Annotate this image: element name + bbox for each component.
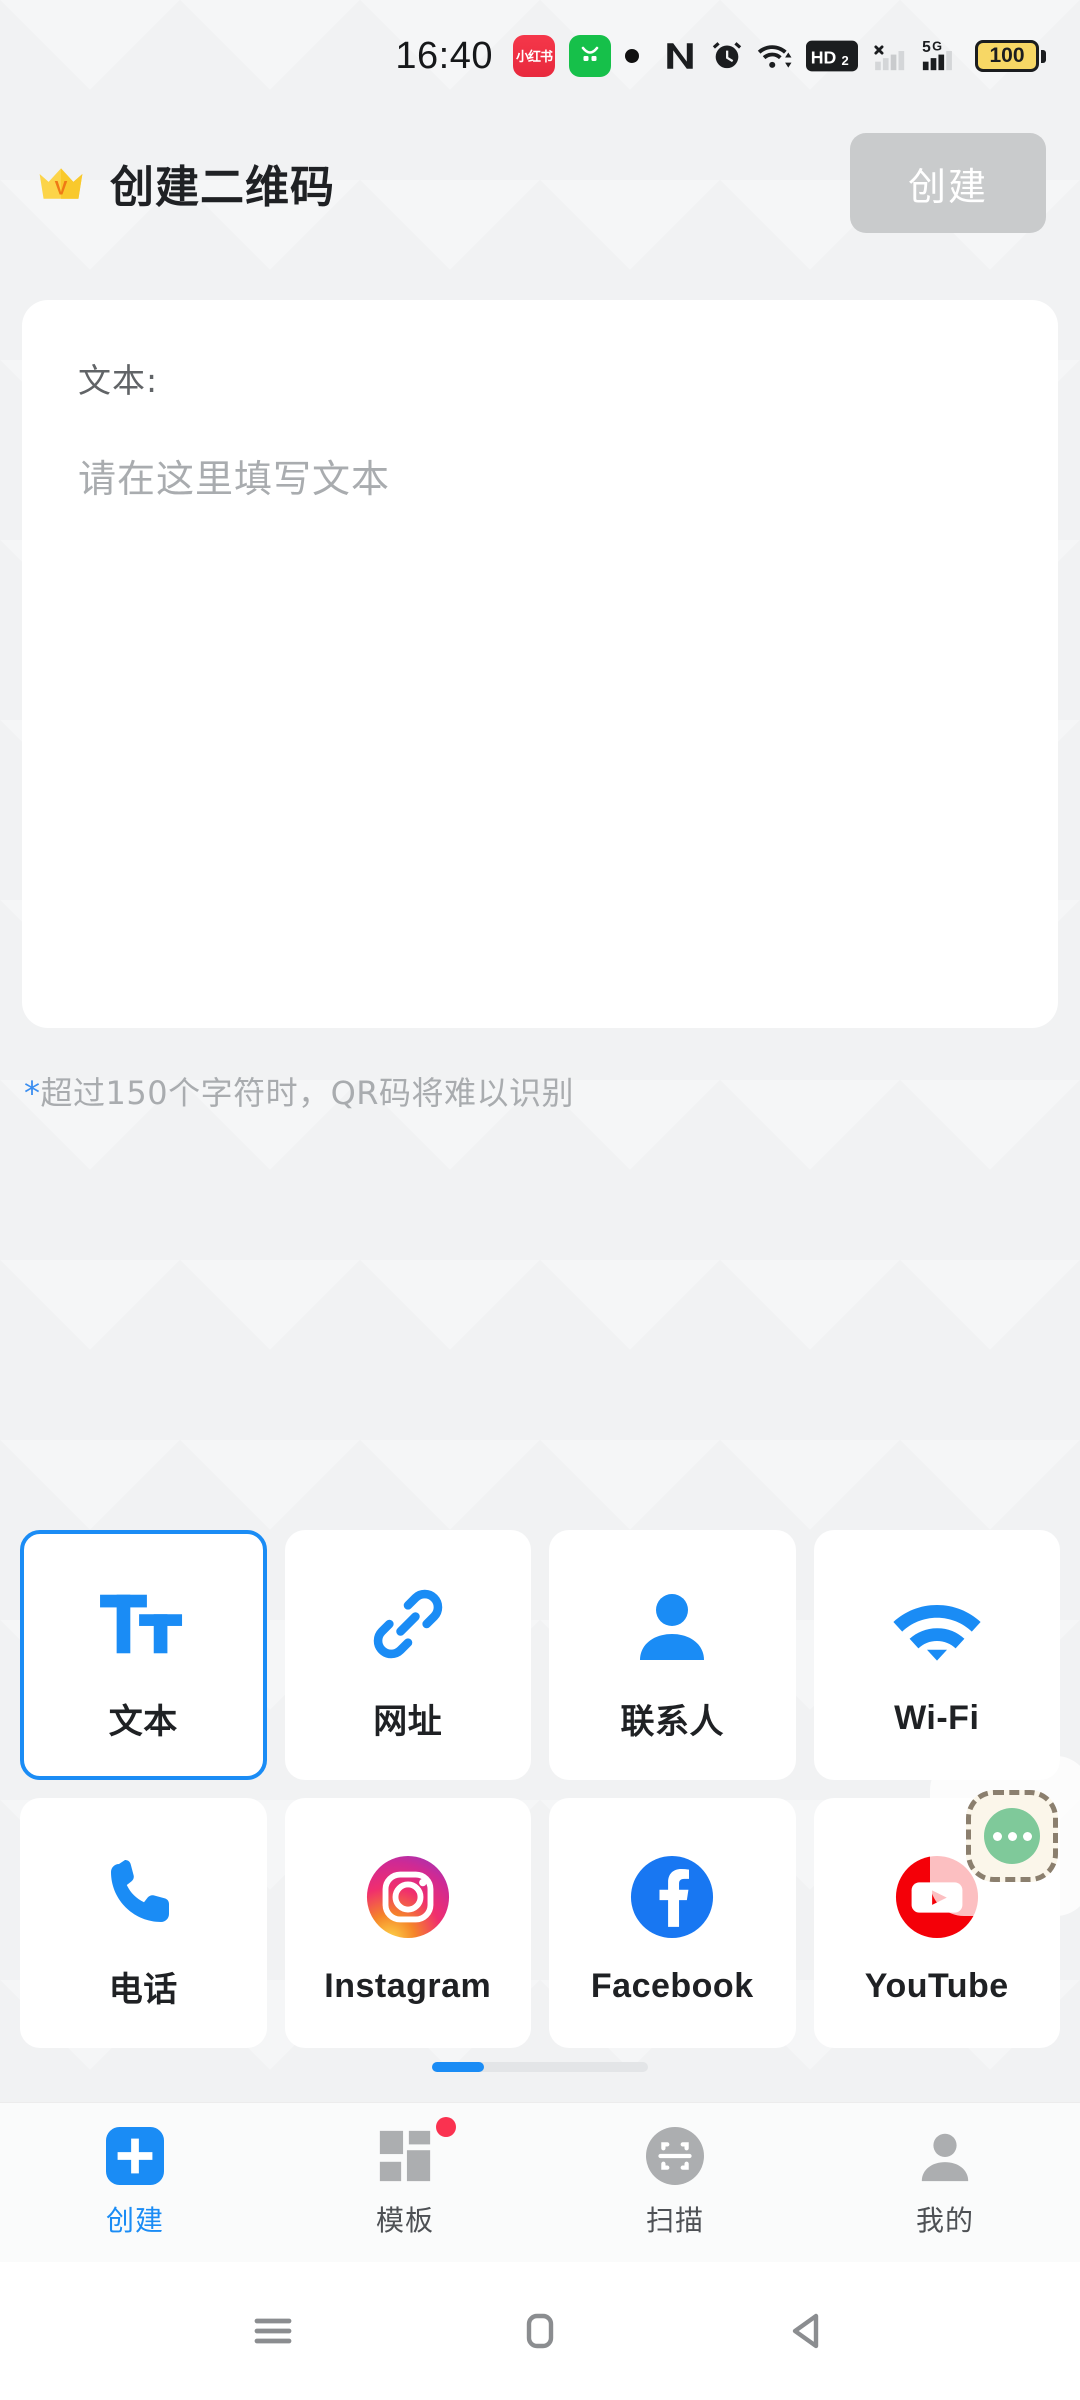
- battery-tip: [1041, 49, 1046, 63]
- floating-assistant-button[interactable]: [966, 1790, 1058, 1882]
- page-indicator-active: [432, 2062, 484, 2072]
- text-input-card[interactable]: 文本: 请在这里填写文本: [22, 300, 1058, 1028]
- svg-text:V: V: [55, 178, 68, 199]
- plus-square-icon: [106, 2121, 164, 2191]
- 5g-signal-icon: 5 G: [922, 39, 952, 71]
- alarm-icon: [712, 42, 742, 69]
- scan-icon: [646, 2121, 704, 2191]
- type-tile-wifi[interactable]: Wi-Fi: [813, 1530, 1060, 1780]
- type-tile-label: 网址: [373, 1701, 443, 1742]
- nav-item-label: 我的: [915, 2204, 974, 2237]
- type-tile-text[interactable]: 文本: [20, 1530, 267, 1780]
- home-square-icon: [526, 2313, 554, 2349]
- nav-item-label: 创建: [105, 2204, 164, 2237]
- status-bar-content: 16:40 小红书 HD 2 5 G 100: [34, 35, 1046, 78]
- menu-icon: [254, 2318, 292, 2344]
- xiaohongshu-app-icon: 小红书: [513, 35, 555, 77]
- instagram-icon: [365, 1841, 451, 1953]
- type-tile-label: Wi-Fi: [894, 1698, 980, 1737]
- type-tile-phone[interactable]: 电话: [20, 1798, 267, 2048]
- type-tile-label: 文本: [108, 1701, 178, 1742]
- text-field-label: 文本:: [78, 361, 159, 400]
- nfc-icon: [667, 43, 693, 69]
- type-tile-label: 联系人: [620, 1701, 724, 1742]
- text-input[interactable]: 请在这里填写文本: [78, 448, 1002, 503]
- recents-button[interactable]: [218, 2276, 328, 2386]
- text-format-icon: [95, 1568, 191, 1680]
- qr-type-grid: 文本 网址 联系人 Wi-Fi 电话 Instagram Facebook Yo…: [20, 1530, 1060, 2048]
- three-dots-icon: [984, 1808, 1040, 1864]
- phone-icon: [103, 1836, 183, 1948]
- home-button[interactable]: [485, 2276, 595, 2386]
- hd2-icon: HD 2: [806, 40, 858, 72]
- type-tile-label: 电话: [108, 1969, 178, 2010]
- status-bar: 16:40 小红书 HD 2 5 G 100: [0, 0, 1080, 112]
- type-tile-contact[interactable]: 联系人: [549, 1530, 796, 1780]
- person-icon: [632, 1568, 712, 1680]
- facebook-icon: [629, 1841, 715, 1953]
- hint-text: 超过150个字符时，QR码将难以识别: [40, 1074, 575, 1112]
- notification-dot-icon: [625, 49, 639, 63]
- type-tile-label: Facebook: [590, 1966, 754, 2005]
- grid-icon: [376, 2117, 456, 2191]
- link-icon: [365, 1568, 451, 1680]
- xiaohongshu-label: 小红书: [515, 48, 553, 64]
- wifi-icon: [757, 45, 792, 68]
- nav-item-scan[interactable]: 扫描: [540, 2121, 810, 2239]
- app-header: V 创建二维码 创建: [0, 118, 1080, 248]
- signal-no-service-icon: [874, 45, 905, 71]
- hint-asterisk: *: [24, 1074, 41, 1112]
- nav-item-templates[interactable]: 模板: [270, 2117, 540, 2239]
- android-navigation-bar: [0, 2262, 1080, 2400]
- type-tile-instagram[interactable]: Instagram: [284, 1798, 531, 2048]
- type-tile-facebook[interactable]: Facebook: [549, 1798, 796, 2048]
- battery-level-label: 100: [975, 40, 1039, 72]
- back-triangle-icon: [792, 2313, 818, 2349]
- phone-screen: 16:40 小红书 HD 2 5 G 100 V 创建二维码 创建 文本: 请在…: [0, 0, 1080, 2400]
- character-limit-hint: *超过150个字符时，QR码将难以识别: [24, 1068, 574, 1114]
- svg-text:HD: HD: [811, 48, 837, 68]
- nav-item-label: 模板: [375, 2204, 434, 2237]
- nav-item-label: 扫描: [645, 2204, 704, 2237]
- status-bar-icons: HD 2 5 G 100: [663, 39, 1046, 73]
- page-title: 创建二维码: [110, 163, 335, 212]
- back-button[interactable]: [752, 2276, 862, 2386]
- status-bar-clock: 16:40: [395, 34, 493, 77]
- bottom-navigation-bar: 创建 模板 扫描 我的: [0, 2102, 1080, 2262]
- svg-text:5: 5: [922, 39, 931, 56]
- app-icon-green: [569, 35, 611, 77]
- type-tile-label: YouTube: [864, 1966, 1009, 2005]
- crown-icon: V: [39, 168, 83, 199]
- templates-badge-dot: [436, 2117, 456, 2137]
- svg-text:G: G: [932, 39, 942, 53]
- wifi-icon: [891, 1573, 983, 1685]
- type-tile-url[interactable]: 网址: [284, 1530, 531, 1780]
- nav-item-create[interactable]: 创建: [0, 2121, 270, 2239]
- person-icon: [916, 2121, 974, 2191]
- type-tile-label: Instagram: [324, 1966, 492, 2005]
- page-indicator[interactable]: [432, 2062, 648, 2072]
- nav-item-profile[interactable]: 我的: [810, 2121, 1080, 2239]
- battery-icon: 100: [975, 40, 1046, 72]
- svg-text:2: 2: [841, 53, 848, 68]
- create-button[interactable]: 创建: [850, 133, 1046, 233]
